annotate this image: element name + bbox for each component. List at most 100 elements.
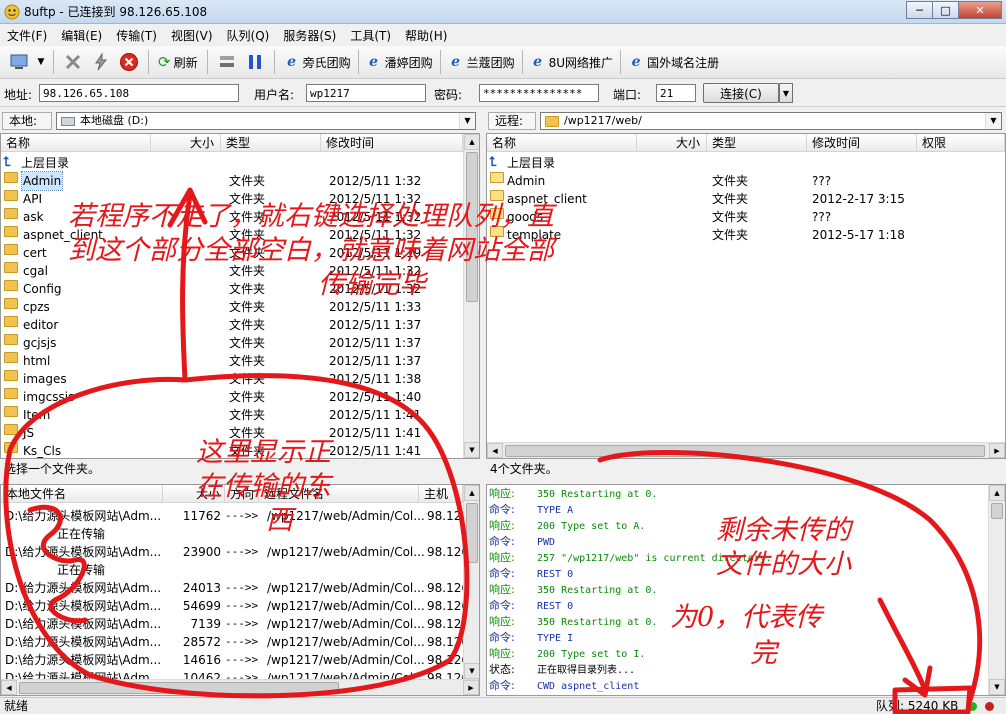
toolbar-link[interactable]: e 国外域名注册 [624, 50, 723, 74]
column-header[interactable]: 大小 [163, 485, 225, 502]
queue-row[interactable]: D:\给力源头模板网站\Adm... 54699 --->> /wp1217/web/… [1, 597, 467, 615]
scroll-up-icon[interactable]: ▲ [989, 485, 1005, 501]
toolbar-link[interactable]: e 8U网络推广 [526, 50, 617, 74]
queue-row[interactable]: D:\给力源头模板网站\Adm... 14616 --->> /wp1217/web/… [1, 651, 467, 669]
local-vertical-scrollbar[interactable]: ▲ ▼ [463, 134, 479, 458]
port-input[interactable] [656, 84, 696, 102]
scroll-up-icon[interactable]: ▲ [464, 485, 479, 501]
table-row[interactable]: imgcssjs 文件夹 2012/5/11 1:40 [1, 388, 461, 406]
scroll-thumb[interactable] [991, 503, 1003, 519]
scroll-right-icon[interactable]: ▶ [463, 680, 479, 695]
table-row[interactable]: aspnet_client 文件夹 2012-2-17 3:15 [487, 190, 997, 208]
password-input[interactable] [479, 84, 599, 102]
remote-path-combo[interactable]: /wp1217/web/ ▼ [540, 112, 1002, 130]
scroll-down-icon[interactable]: ▼ [989, 679, 1005, 695]
table-row[interactable]: gcjsjs 文件夹 2012/5/11 1:37 [1, 334, 461, 352]
table-row[interactable]: Ks_Cls 文件夹 2012/5/11 1:41 [1, 442, 461, 458]
table-row[interactable]: editor 文件夹 2012/5/11 1:37 [1, 316, 461, 334]
scroll-right-icon[interactable]: ▶ [989, 443, 1005, 458]
scroll-down-icon[interactable]: ▼ [464, 663, 479, 679]
minimize-button[interactable]: ─ [906, 1, 933, 19]
queue-row[interactable]: D:\给力源头模板网站\Adm... 23900 --->> /wp1217/web/… [1, 543, 467, 561]
log-line: 响应: 350 Restarting at 0. [489, 486, 987, 502]
table-row[interactable]: Item 文件夹 2012/5/11 1:41 [1, 406, 461, 424]
column-header[interactable]: 主机 [419, 485, 463, 502]
column-header[interactable]: 本地文件名 [1, 485, 163, 502]
menu-item[interactable]: 服务器(S) [276, 26, 343, 46]
connect-dropdown-icon[interactable]: ▼ [779, 83, 793, 103]
menu-item[interactable]: 传输(T) [109, 26, 164, 46]
chevron-down-icon[interactable]: ▼ [34, 49, 48, 75]
remote-horizontal-scrollbar[interactable]: ◀ ▶ [487, 442, 1005, 458]
queue-row[interactable]: D:\给力源头模板网站\Adm... 24013 --->> /wp1217/web/… [1, 579, 467, 597]
table-row[interactable]: cert 文件夹 2012/5/11 1:19 [1, 244, 461, 262]
table-row[interactable]: aspnet_client 文件夹 2012/5/11 1:32 [1, 226, 461, 244]
queue-row[interactable]: D:\给力源头模板网站\Adm... 28572 --->> /wp1217/web/… [1, 633, 467, 651]
column-header[interactable]: 名称 [487, 134, 637, 151]
log-vertical-scrollbar[interactable]: ▲ ▼ [988, 485, 1005, 695]
menu-item[interactable]: 队列(Q) [220, 26, 277, 46]
queue-row[interactable]: D:\给力源头模板网站\Adm... 7139 --->> /wp1217/web/A… [1, 615, 467, 633]
connect-button[interactable]: 连接(C) [703, 83, 779, 103]
stop-icon[interactable] [115, 49, 143, 75]
menu-item[interactable]: 视图(V) [164, 26, 220, 46]
menu-item[interactable]: 编辑(E) [54, 26, 109, 46]
up-directory-row[interactable]: ⮤ 上层目录 [1, 154, 461, 172]
column-header[interactable]: 名称 [1, 134, 151, 151]
table-row[interactable]: goods 文件夹??? [487, 208, 997, 226]
queue-host: 98.126 [427, 653, 467, 667]
sync-icon[interactable] [213, 49, 241, 75]
queue-horizontal-scrollbar[interactable]: ◀ ▶ [1, 679, 479, 695]
toolbar-link[interactable]: e 兰蔻团购 [444, 50, 519, 74]
scroll-down-icon[interactable]: ▼ [464, 442, 479, 458]
pause-icon[interactable] [241, 49, 269, 75]
column-header[interactable]: 类型 [707, 134, 807, 151]
menu-item[interactable]: 文件(F) [0, 26, 54, 46]
disconnect-icon[interactable] [59, 49, 87, 75]
table-row[interactable]: Admin 文件夹 2012/5/11 1:32 [1, 171, 461, 191]
table-row[interactable]: template 文件夹 2012-5-17 1:18 [487, 226, 997, 244]
lightning-icon[interactable] [87, 49, 115, 75]
site-manager-icon[interactable] [6, 49, 34, 75]
maximize-button[interactable]: □ [932, 1, 959, 19]
file-time: 2012/5/11 1:37 [329, 336, 422, 350]
username-input[interactable] [306, 84, 426, 102]
column-header[interactable]: 远程文件名 [259, 485, 419, 502]
toolbar-link[interactable]: e 潘婷团购 [362, 50, 437, 74]
queue-row[interactable]: D:\给力源头模板网站\Adm... 11762 --->> /wp1217/web/… [1, 507, 467, 525]
local-path-combo[interactable]: 本地磁盘 (D:) ▼ [56, 112, 476, 130]
column-header[interactable]: 大小 [637, 134, 707, 151]
queue-local-file: D:\给力源头模板网站\Adm... [5, 617, 162, 631]
column-header[interactable]: 类型 [221, 134, 321, 151]
table-row[interactable]: JS 文件夹 2012/5/11 1:41 [1, 424, 461, 442]
up-directory-row[interactable]: ⮤ 上层目录 [487, 154, 997, 172]
table-row[interactable]: images 文件夹 2012/5/11 1:38 [1, 370, 461, 388]
menu-item[interactable]: 工具(T) [343, 26, 398, 46]
table-row[interactable]: html 文件夹 2012/5/11 1:37 [1, 352, 461, 370]
close-button[interactable]: ✕ [958, 1, 1002, 19]
queue-vertical-scrollbar[interactable]: ▲ ▼ [463, 485, 479, 679]
host-input[interactable] [39, 84, 239, 102]
table-row[interactable]: Config 文件夹 2012/5/11 1:32 [1, 280, 461, 298]
column-header[interactable]: 修改时间 [321, 134, 463, 151]
column-header[interactable]: 权限 [917, 134, 1005, 151]
scroll-thumb[interactable] [19, 682, 339, 694]
column-header[interactable]: 修改时间 [807, 134, 917, 151]
table-row[interactable]: cpzs 文件夹 2012/5/11 1:33 [1, 298, 461, 316]
scroll-left-icon[interactable]: ◀ [1, 680, 17, 695]
scroll-thumb[interactable] [505, 445, 985, 457]
refresh-button[interactable]: ⟳ 刷新 [154, 50, 202, 74]
file-name: Item [23, 408, 51, 422]
column-header[interactable]: 大小 [151, 134, 221, 151]
table-row[interactable]: cgal 文件夹 2012/5/11 1:32 [1, 262, 461, 280]
scroll-thumb[interactable] [466, 503, 478, 563]
scroll-left-icon[interactable]: ◀ [487, 443, 503, 458]
table-row[interactable]: Admin 文件夹??? [487, 172, 997, 190]
toolbar-link[interactable]: e 旁氏团购 [280, 50, 355, 74]
scroll-up-icon[interactable]: ▲ [464, 134, 479, 150]
menu-item[interactable]: 帮助(H) [398, 26, 454, 46]
scroll-thumb[interactable] [466, 152, 478, 302]
table-row[interactable]: ask 文件夹 2012/5/11 1:32 [1, 208, 461, 226]
column-header[interactable]: 方向 [225, 485, 259, 502]
table-row[interactable]: API 文件夹 2012/5/11 1:32 [1, 190, 461, 208]
